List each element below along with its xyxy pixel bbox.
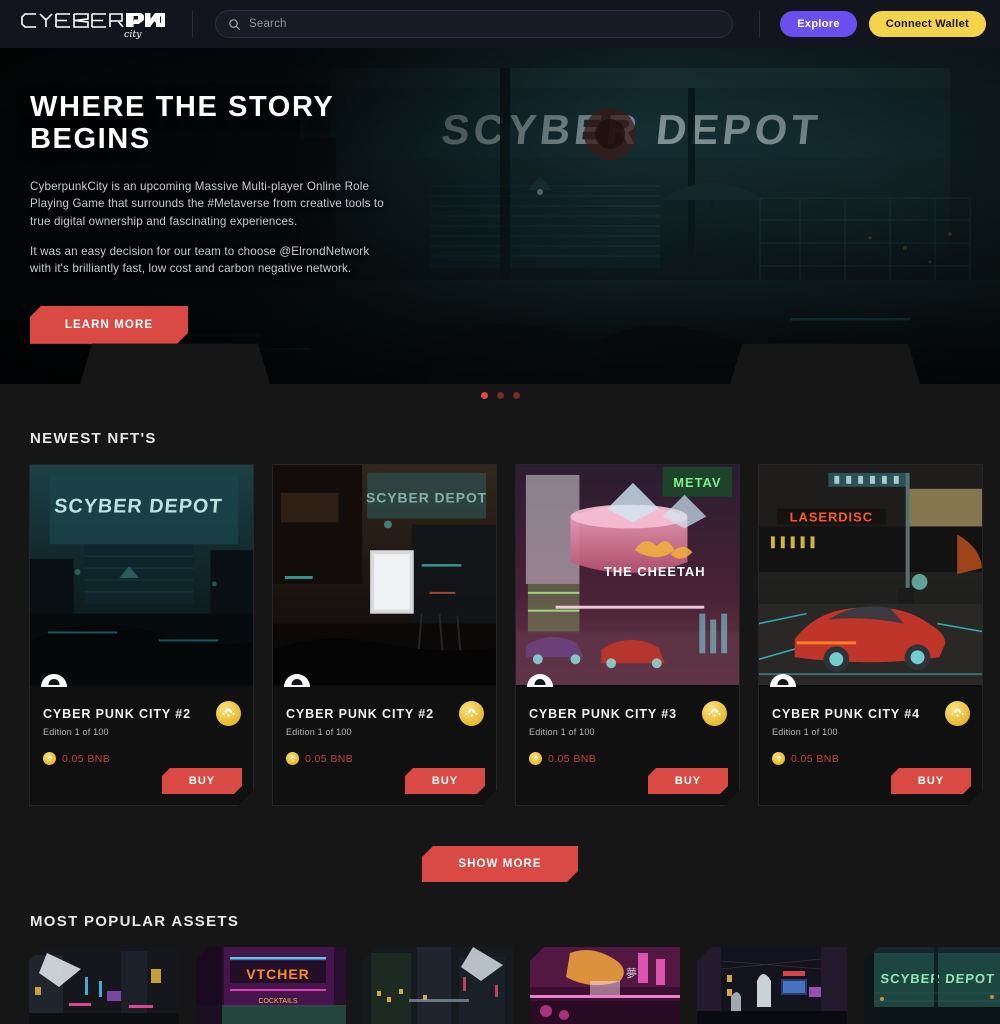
nft-card[interactable]: METAV THE CHEETAH CYBER PUNK CITY #3 Edi… — [515, 464, 740, 806]
buy-button[interactable]: BUY — [891, 768, 971, 794]
nft-thumbnail[interactable]: SCYBER DEPOT — [273, 465, 496, 687]
nft-card[interactable]: SCYBER DEPOT CYBER PUNK CITY #2 Edition … — [272, 464, 497, 806]
popular-asset-thumb[interactable] — [29, 947, 179, 1024]
bnb-coin-icon — [43, 752, 56, 765]
nft-price: 0.05 BNB — [305, 752, 354, 765]
popular-asset-thumb[interactable]: SCYBER DEPOT — [864, 947, 1000, 1024]
nft-card-body: CYBER PUNK CITY #2 Edition 1 of 100 0.05… — [273, 687, 496, 805]
nft-edition: Edition 1 of 100 — [286, 727, 352, 737]
newest-nfts-heading: NEWEST NFT'S — [30, 430, 157, 447]
carousel-dot-3[interactable] — [512, 392, 520, 399]
buy-button[interactable]: BUY — [405, 768, 485, 794]
nft-price-row: 0.05 BNB — [43, 752, 240, 765]
nft-card[interactable]: LASERDISC CYBER PUNK CITY #4 Edition 1 o… — [758, 464, 983, 806]
svg-text:SCYBER DEPOT: SCYBER DEPOT — [366, 490, 487, 506]
nft-price-row: 0.05 BNB — [772, 752, 969, 765]
header-divider-left — [192, 11, 193, 37]
nft-title: CYBER PUNK CITY #2 — [286, 707, 434, 721]
buy-button[interactable]: BUY — [648, 768, 728, 794]
nft-thumbnail[interactable]: LASERDISC — [759, 465, 982, 687]
popular-asset-thumb[interactable]: VTCHER COCKTAILS — [196, 947, 346, 1024]
bnb-coin-icon — [529, 752, 542, 765]
svg-text:LASERDISC: LASERDISC — [790, 509, 873, 524]
scene-laserdisc-street: LASERDISC — [759, 465, 982, 685]
header-actions: Explore Connect Wallet — [780, 11, 986, 37]
scene-scyber-depot-green: SCYBER DEPOT — [864, 947, 1000, 1024]
learn-more-button[interactable]: LEARN MORE — [30, 306, 188, 344]
nft-edition: Edition 1 of 100 — [772, 727, 838, 737]
svg-text:SCYBER DEPOT: SCYBER DEPOT — [53, 496, 223, 518]
bnb-badge-icon — [216, 701, 241, 726]
popular-asset-thumb[interactable] — [697, 947, 847, 1024]
svg-text:VTCHER: VTCHER — [246, 966, 310, 982]
bnb-badge-icon — [702, 701, 727, 726]
site-logo[interactable]: city — [18, 7, 168, 41]
nft-price-row: 0.05 BNB — [529, 752, 726, 765]
search-bar[interactable] — [215, 10, 734, 38]
nft-edition: Edition 1 of 100 — [529, 727, 595, 737]
nft-thumbnail[interactable]: METAV THE CHEETAH — [516, 465, 739, 687]
nft-title: CYBER PUNK CITY #3 — [529, 707, 677, 721]
svg-text:COCKTAILS: COCKTAILS — [258, 998, 297, 1005]
connect-wallet-button[interactable]: Connect Wallet — [868, 11, 986, 37]
scene-cyber-depot: SCYBER DEPOT — [30, 465, 253, 685]
nft-card-body: CYBER PUNK CITY #4 Edition 1 of 100 0.05… — [759, 687, 982, 805]
carousel-dots — [0, 392, 1000, 399]
svg-text:THE CHEETAH: THE CHEETAH — [604, 564, 706, 579]
popular-asset-thumb[interactable] — [363, 947, 513, 1024]
scene-vtcher-bar: VTCHER COCKTAILS — [196, 947, 346, 1024]
hero-paragraph-2: It was an easy decision for our team to … — [30, 244, 370, 276]
carousel-dot-1[interactable] — [480, 392, 488, 399]
nft-card[interactable]: SCYBER DEPOT CYBER PUNK CITY #2 Edition … — [29, 464, 254, 806]
hero-banner: SCYBER DEPOT — [0, 48, 1000, 384]
nft-title: CYBER PUNK CITY #2 — [43, 707, 191, 721]
bnb-coin-icon — [286, 752, 299, 765]
bnb-badge-icon — [459, 701, 484, 726]
scene-cheetah-club: METAV THE CHEETAH — [516, 465, 739, 685]
nft-card-body: CYBER PUNK CITY #2 Edition 1 of 100 0.05… — [30, 687, 253, 805]
svg-text:METAV: METAV — [673, 475, 721, 490]
svg-text:夢: 夢 — [626, 967, 637, 980]
nft-price: 0.05 BNB — [791, 752, 840, 765]
nft-thumbnail[interactable]: SCYBER DEPOT — [30, 465, 253, 687]
bnb-coin-icon — [772, 752, 785, 765]
hero-title: WHERE THE STORY BEGINS — [30, 91, 334, 155]
bnb-badge-icon — [945, 701, 970, 726]
search-icon — [229, 18, 240, 30]
svg-text:city: city — [124, 29, 142, 40]
nft-edition: Edition 1 of 100 — [43, 727, 109, 737]
nft-price: 0.05 BNB — [62, 752, 111, 765]
carousel-dot-2[interactable] — [496, 392, 504, 399]
header-divider-right — [759, 11, 761, 37]
scene-night-street — [697, 947, 847, 1024]
newest-nfts-grid: SCYBER DEPOT CYBER PUNK CITY #2 Edition … — [29, 464, 983, 806]
scene-alley-shop: SCYBER DEPOT — [273, 465, 496, 685]
popular-assets-row: VTCHER COCKTAILS 夢 SCYBER DEPOT — [29, 947, 1000, 1024]
hero-content: WHERE THE STORY BEGINS CyberpunkCity is … — [30, 91, 460, 344]
buy-button[interactable]: BUY — [162, 768, 242, 794]
nft-price: 0.05 BNB — [548, 752, 597, 765]
scene-pink-arcade: 夢 — [530, 947, 680, 1024]
popular-asset-thumb[interactable]: 夢 — [530, 947, 680, 1024]
scene-neon-skyline — [29, 947, 179, 1024]
most-popular-assets-heading: MOST POPULAR ASSETS — [30, 913, 240, 930]
top-header: city Explore Connect Wallet — [0, 0, 1000, 48]
scene-aerial-city — [363, 947, 513, 1024]
show-more-button[interactable]: SHOW MORE — [422, 846, 578, 882]
explore-button[interactable]: Explore — [780, 11, 857, 37]
hero-paragraph-1: CyberpunkCity is an upcoming Massive Mul… — [30, 179, 384, 228]
search-input[interactable] — [249, 18, 721, 30]
nft-price-row: 0.05 BNB — [286, 752, 483, 765]
nft-title: CYBER PUNK CITY #4 — [772, 707, 920, 721]
nft-card-body: CYBER PUNK CITY #3 Edition 1 of 100 0.05… — [516, 687, 739, 805]
